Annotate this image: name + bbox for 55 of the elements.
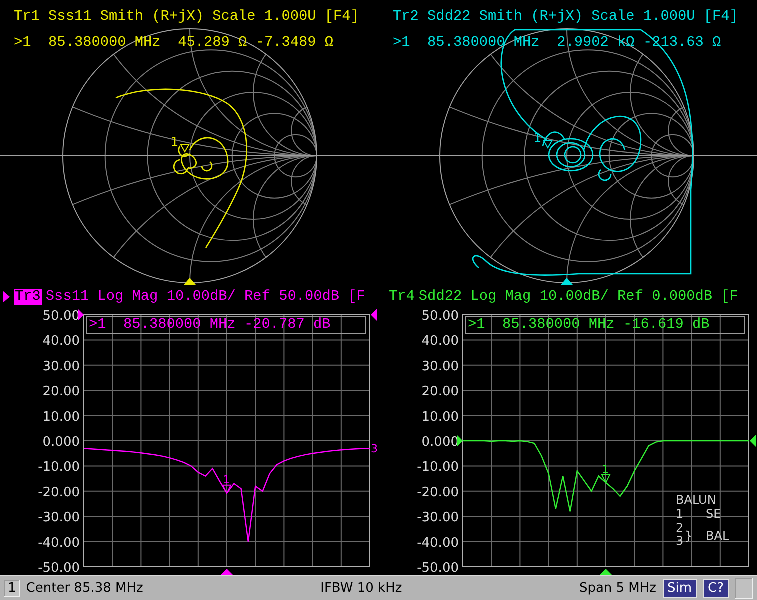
axis-tick-label: 10.00: [422, 410, 459, 425]
axis-tick-label: -10.00: [38, 460, 80, 476]
axis-tick-label: -50.00: [38, 561, 80, 575]
port-type-label: BAL: [706, 529, 730, 543]
axis-tick-label: 30.00: [422, 359, 459, 374]
ifbw-label: IFBW 10 kHz: [320, 580, 402, 596]
stimulus-marker-icon: [561, 278, 573, 285]
axis-tick-label: 50.00: [422, 309, 459, 324]
channel-number: 1: [4, 580, 20, 596]
brace-mark: }: [685, 529, 693, 543]
port-type-label: SE: [706, 507, 722, 521]
axis-tick-label: 10.00: [42, 410, 80, 425]
reference-marker-icon: [78, 309, 84, 321]
reference-marker-icon: [750, 435, 756, 447]
axis-tick-label: 40.00: [42, 334, 80, 350]
axis-tick-label: 20.00: [42, 384, 80, 400]
trace-header: Sss11 Log Mag 10.00dB/ Ref 50.00dB [F: [46, 289, 366, 305]
axis-tick-label: -40.00: [417, 536, 459, 551]
axis-tick-label: -20.00: [417, 485, 459, 500]
axis-tick-label: -50.00: [417, 561, 459, 575]
trace-header: Tr2 Sdd22 Smith (R+jX) Scale 1.000U [F4]: [393, 8, 738, 27]
axis-tick-label: 20.00: [422, 384, 459, 400]
stimulus-marker-icon: [184, 278, 196, 285]
marker-readout: >1 85.380000 MHz -16.619 dB: [465, 316, 745, 334]
marker-icon: [222, 484, 232, 495]
marker-readout: >1 85.380000 MHz -20.787 dB: [86, 316, 366, 334]
reference-marker-icon: [371, 309, 377, 321]
axis-tick-label: 0.000: [42, 435, 80, 450]
axis-tick-label: -30.00: [417, 510, 459, 526]
port-label: 3: [676, 534, 684, 548]
trace-header: Tr1 Sss11 Smith (R+jX) Scale 1.000U [F4]: [14, 8, 360, 27]
marker-label: 1: [602, 462, 609, 476]
span-frequency: Span 5 MHz: [579, 580, 656, 596]
trace-end-label: 3: [371, 442, 378, 456]
balun-title: BALUN: [676, 493, 716, 507]
port-label: 1: [676, 507, 684, 521]
reference-marker-icon: [457, 435, 463, 447]
trace-label[interactable]: Tr3: [14, 289, 42, 305]
marker-label: 1: [223, 473, 230, 486]
status-indicator: Sim: [662, 578, 698, 598]
marker-label: 1: [171, 135, 179, 149]
marker-icon: [180, 144, 190, 153]
trace-header: Sdd22 Log Mag 10.00dB/ Ref 0.000dB [F: [418, 289, 738, 305]
center-frequency: Center 85.38 MHz: [26, 580, 144, 596]
axis-tick-label: -40.00: [38, 536, 80, 551]
port-label: 2: [676, 521, 684, 535]
marker-icon: [543, 140, 553, 149]
axis-tick-label: 30.00: [42, 359, 80, 374]
axis-tick-label: -20.00: [38, 485, 80, 500]
axis-tick-label: 40.00: [422, 334, 459, 350]
trace-label[interactable]: Tr4: [389, 289, 415, 305]
status-indicator: C?: [703, 578, 730, 598]
axis-tick-label: -30.00: [38, 510, 80, 526]
marker-icon: [601, 474, 611, 484]
axis-tick-label: -10.00: [417, 460, 459, 476]
